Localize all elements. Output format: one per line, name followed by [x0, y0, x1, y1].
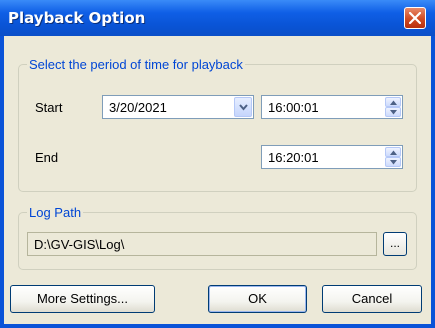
ok-button[interactable]: OK [208, 285, 307, 313]
dialog-window: Playback Option Select the period of tim… [0, 0, 435, 328]
dialog-title: Playback Option [8, 9, 146, 27]
end-time-value: 16:20:01 [268, 150, 319, 165]
browse-button[interactable]: ... [383, 232, 407, 256]
end-time-down-button[interactable] [385, 157, 401, 167]
arrow-down-icon [390, 110, 397, 115]
end-time-spinner[interactable] [385, 147, 401, 167]
end-label: End [35, 150, 59, 165]
log-path-legend: Log Path [27, 205, 84, 220]
chevron-down-icon [239, 104, 248, 111]
cancel-button[interactable]: Cancel [322, 285, 422, 313]
end-time-up-button[interactable] [385, 147, 401, 157]
arrow-up-icon [390, 100, 397, 105]
arrow-down-icon [390, 160, 397, 165]
close-icon [409, 12, 421, 24]
log-path-group: Log Path D:\GV-GIS\Log\ ... [18, 205, 417, 270]
start-time-spinner[interactable] [385, 97, 401, 117]
log-path-field: D:\GV-GIS\Log\ [27, 232, 377, 256]
period-group-legend: Select the period of time for playback [27, 57, 245, 72]
period-group: Select the period of time for playback S… [18, 57, 417, 192]
start-time-down-button[interactable] [385, 107, 401, 117]
dialog-body: Select the period of time for playback S… [4, 36, 431, 324]
more-settings-button[interactable]: More Settings... [10, 285, 155, 313]
close-button[interactable] [404, 7, 426, 29]
arrow-up-icon [390, 150, 397, 155]
end-time-input[interactable]: 16:20:01 [261, 145, 403, 169]
start-date-value: 3/20/2021 [109, 100, 167, 115]
start-time-up-button[interactable] [385, 97, 401, 107]
start-date-dropdown[interactable]: 3/20/2021 [102, 95, 254, 119]
log-path-value: D:\GV-GIS\Log\ [34, 237, 125, 252]
start-label: Start [35, 100, 63, 115]
start-time-input[interactable]: 16:00:01 [261, 95, 403, 119]
start-time-value: 16:00:01 [268, 100, 319, 115]
title-bar[interactable]: Playback Option [0, 0, 435, 36]
start-date-dropdown-button[interactable] [234, 97, 252, 117]
